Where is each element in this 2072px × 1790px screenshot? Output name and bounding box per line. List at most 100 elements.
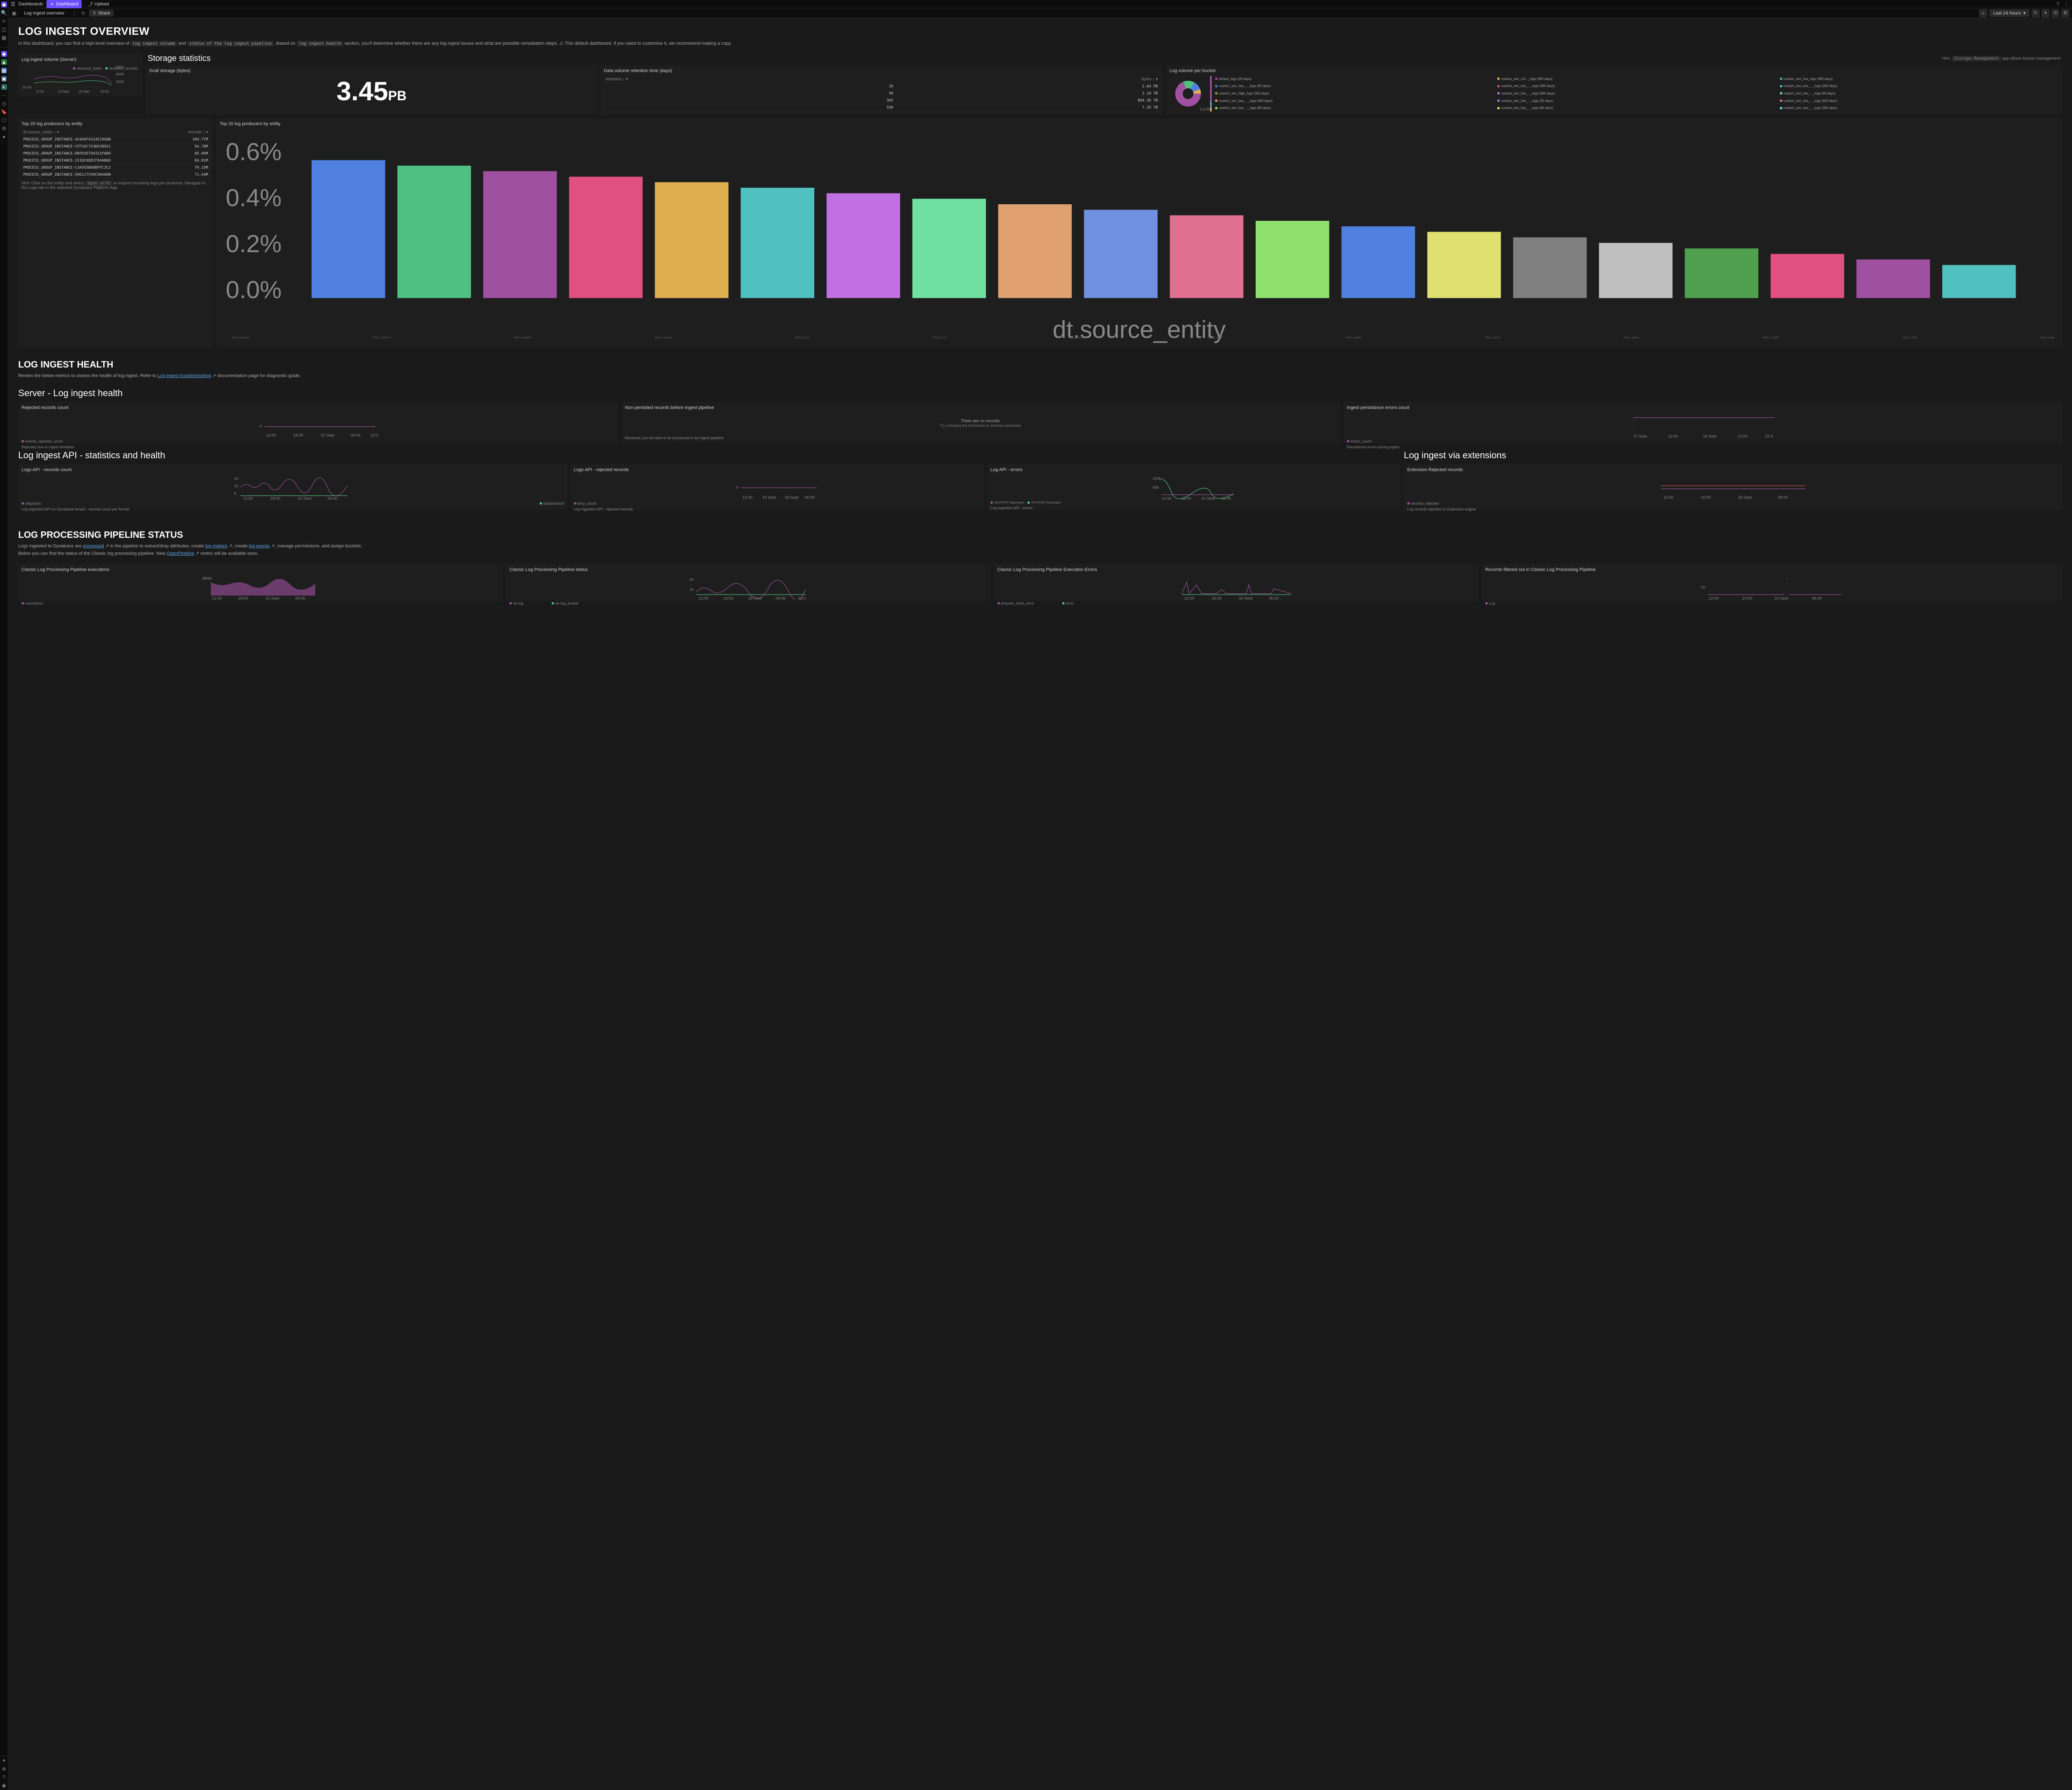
svg-text:12:00: 12:00 <box>1663 495 1673 499</box>
table-row[interactable]: PROCESS_GROUP_INSTANCE-CFF16C743D62B9219… <box>22 143 210 150</box>
favorite-1-icon[interactable]: ◆ <box>1 51 7 57</box>
legend-item: custom_sen_low_..._logs (365 days) <box>1215 97 1494 104</box>
svg-text:300M: 300M <box>116 73 124 76</box>
panel-grail-storage: Grail storage (bytes) 3.45PB <box>146 65 597 115</box>
panel-api-errors: Log API - errors 100k50k12:0018:0010 Sep… <box>987 464 1400 510</box>
refresh-button[interactable]: ↻ <box>2031 9 2040 17</box>
table-row[interactable]: PROCESS_GROUP_INSTANCE-C3A955B08BFFC3C27… <box>22 164 210 171</box>
user-icon[interactable]: ◉ <box>1 1783 7 1788</box>
grail-storage-value: 3.45PB <box>149 76 594 106</box>
legend-item: custom_sen_low_..._logs (90 days) <box>1215 105 1494 111</box>
svg-text:280M: 280M <box>202 576 212 581</box>
favorite-2-icon[interactable]: ▲ <box>1 59 7 65</box>
new-dashboard-button[interactable]: ＋Dashboard <box>46 0 82 8</box>
more-icon[interactable]: ⋮ <box>2063 1 2070 7</box>
panel-title: Log ingest volume (Server) <box>22 57 139 62</box>
panel-persist-errors: Ingest persistance errors count 17 Sept1… <box>1343 402 2062 443</box>
add-panel-button[interactable]: ＋ <box>1979 9 1987 17</box>
section-ext-title: Log ingest via extensions <box>1404 450 2062 461</box>
table-row[interactable]: PROCESS_GROUP_INSTANCE-151DC6EDCF84AB6D8… <box>22 157 210 164</box>
search-icon[interactable]: 🔍 <box>1 10 7 16</box>
menu-icon[interactable]: ☰ <box>11 1 15 7</box>
section-pipeline-title: LOG PROCESSING PIPELINE STATUS <box>18 530 2062 540</box>
svg-text:12:00: 12:00 <box>266 433 276 437</box>
svg-text:50k: 50k <box>1152 485 1159 490</box>
link-log-metrics[interactable]: log metrics <box>205 544 227 549</box>
recents-3-icon[interactable]: ⬡ <box>1 117 7 123</box>
table-row[interactable]: PROCESS_GROUP_INSTANCE-4C8A6F4314E19A8B1… <box>22 136 210 143</box>
legend-item: custom_sen_low_..._logs (365 days) <box>1780 83 2059 90</box>
legend-item: custom_sen_low_..._logs (365 days) <box>1497 90 1776 97</box>
favorite-3-icon[interactable]: ▦ <box>1 68 7 73</box>
recents-4-icon[interactable]: ⚙ <box>1 126 7 131</box>
legend-item: custom_sen_low_..._logs (90 days) <box>1215 83 1494 90</box>
history-button[interactable]: ⟲ <box>2051 9 2060 17</box>
refresh-dropdown-button[interactable]: ▾ <box>2041 9 2050 17</box>
cube-icon[interactable]: ◫ <box>1 27 7 32</box>
tab-more-icon[interactable]: ⋮ <box>71 10 77 17</box>
svg-text:10 Sept: 10 Sept <box>1774 596 1788 600</box>
breadcrumb-dashboards[interactable]: Dashboards <box>19 2 43 7</box>
col-bytes[interactable]: bytes ↕ ▾ <box>895 76 1159 83</box>
grid-icon[interactable]: ▦ <box>1 35 7 41</box>
recents-5-icon[interactable]: ● <box>1 134 7 140</box>
svg-text:06:00: 06:00 <box>804 495 814 499</box>
link-log-events[interactable]: log events <box>249 544 270 549</box>
table-row[interactable]: PROCESS_GROUP_INSTANCE-596117C99C96A00B7… <box>22 171 210 178</box>
settings-button[interactable]: ⚙ <box>2061 9 2070 17</box>
panel-nonpersist: Non persisted records before ingest pipe… <box>622 402 1340 443</box>
legend-item: custom_sen_low_..._logs (365 days) <box>1497 83 1776 90</box>
svg-text:12:00: 12:00 <box>1162 496 1172 500</box>
pipeline-below: Below you can find the status of the Cla… <box>18 550 2062 557</box>
help-icon[interactable]: ? <box>2055 1 2061 7</box>
svg-text:10 Sept: 10 Sept <box>58 90 70 93</box>
svg-text:06:00: 06:00 <box>1812 596 1822 600</box>
layers-icon[interactable]: ≡ <box>1 18 7 24</box>
svg-text:4x: 4x <box>690 577 694 582</box>
favorite-4-icon[interactable]: ▣ <box>1 76 7 82</box>
link-openpipeline[interactable]: OpenPipeline <box>167 551 194 556</box>
svg-text:19 S: 19 S <box>1765 434 1773 438</box>
table-row[interactable]: 5507.35 TB <box>604 104 1159 111</box>
panel-top20-chart: Top 20 log producers by entity 0.6% 0.4%… <box>216 118 2062 348</box>
tab-title[interactable]: Log ingest overview <box>20 10 68 17</box>
compass-icon[interactable]: ✦ <box>1 1758 7 1763</box>
recents-1-icon[interactable]: ◷ <box>1 101 7 106</box>
panel-clp-filtered: Records filtered out in Classic Log Proc… <box>1482 564 2062 601</box>
col-entity[interactable]: dt.source_entity ↕ ▾ <box>22 129 171 136</box>
table-row[interactable]: 352.64 PB <box>604 83 1159 90</box>
svg-text:18:00: 18:00 <box>270 496 280 500</box>
table-row[interactable]: 365804.36 TB <box>604 97 1159 104</box>
col-records[interactable]: records ↕ ▾ <box>171 129 210 136</box>
link-troubleshooting[interactable]: Log ingest troubleshooting <box>157 373 211 378</box>
col-retention[interactable]: retention ↕ ▾ <box>604 76 895 83</box>
svg-text:12:00: 12:00 <box>1709 596 1719 600</box>
globe-icon[interactable]: ⊕ <box>1 1766 7 1772</box>
svg-text:12:00: 12:00 <box>699 596 709 600</box>
svg-text:5: 5 <box>234 491 236 496</box>
panel-clp-status: Classic Log Processing Pipeline status 4… <box>506 564 990 601</box>
intro-text: In this dashboard, you can find a high-l… <box>18 40 2062 47</box>
svg-text:10 Sept: 10 Sept <box>1201 496 1215 500</box>
logo-icon[interactable]: ◆ <box>1 2 7 7</box>
svg-text:2x: 2x <box>690 587 694 592</box>
legend-item: custom_sen_low_logs (365 days) <box>1780 76 2059 82</box>
svg-text:0.0%: 0.0% <box>226 276 282 303</box>
storage-title: Storage statistics <box>148 54 211 63</box>
question-icon[interactable]: ? <box>1 1774 7 1780</box>
refresh-tab-icon[interactable]: ↻ <box>80 10 87 17</box>
panel-api-rejected: Logs API - rejected records 012:0010 Sep… <box>571 464 984 510</box>
page-title: LOG INGEST OVERVIEW <box>18 25 2062 38</box>
link-processed[interactable]: processed <box>83 544 104 549</box>
svg-text:12:00: 12:00 <box>36 90 44 93</box>
sidebar: ◆ 🔍 ≡ ◫ ▦ ◆ ▲ ▦ ▣ ◐ ⋯ ◷ 🔖 ⬡ ⚙ ● ✦ ⊕ ? ◉ <box>0 0 8 1790</box>
table-row[interactable]: 902.10 TB <box>604 90 1159 97</box>
favorite-5-icon[interactable]: ◐ <box>1 84 7 90</box>
table-row[interactable]: PROCESS_GROUP_INSTANCE-D8FD3E794312F6B98… <box>22 150 210 157</box>
collapse-icon[interactable]: ▣ <box>11 10 17 17</box>
upload-button[interactable]: ⤴Upload <box>85 0 112 8</box>
share-button[interactable]: ⇪Share <box>89 10 114 17</box>
svg-text:20: 20 <box>1701 585 1705 590</box>
recents-2-icon[interactable]: 🔖 <box>1 109 7 115</box>
time-range-picker[interactable]: Last 24 hours▾ <box>1989 9 2030 17</box>
